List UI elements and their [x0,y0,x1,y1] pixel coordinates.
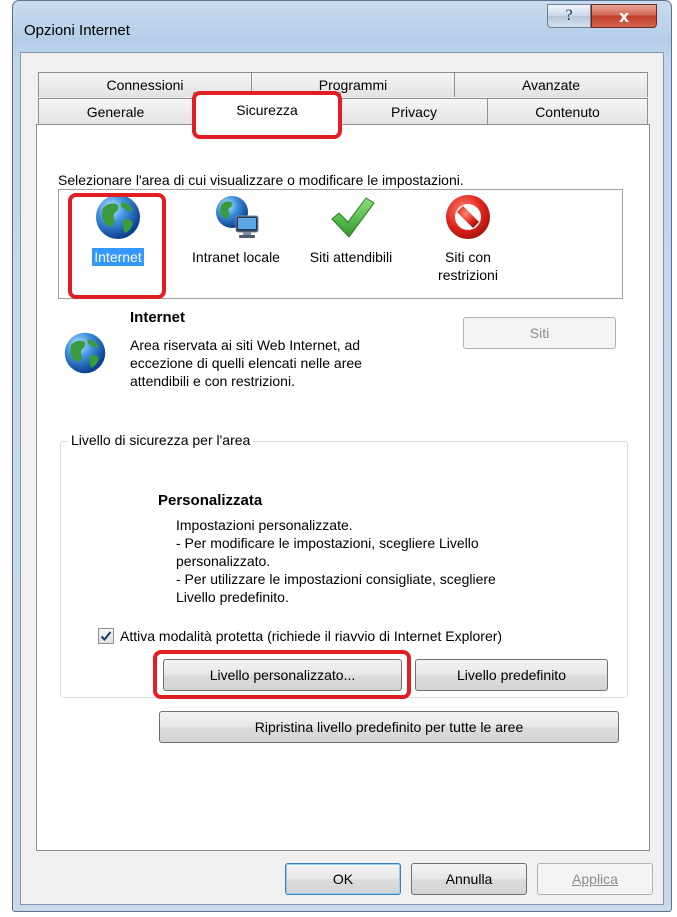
internet-globe-icon [64,332,106,374]
tab-contenuto[interactable]: Contenuto [487,98,648,125]
zone-intranet-label: Intranet locale [192,249,280,265]
zone-siti-attendibili[interactable]: Siti attendibili [292,192,410,266]
tab-sicurezza[interactable]: Sicurezza [193,92,341,126]
zone-intranet-locale[interactable]: Intranet locale [178,192,294,266]
reset-all-zones-button[interactable]: Ripristina livello predefinito per tutte… [159,711,619,743]
zone-internet-label: Internet [92,248,144,266]
intranet-icon [216,196,259,238]
protected-mode-checkbox[interactable] [98,628,114,644]
prohibited-icon [446,195,490,239]
security-level-name: Personalizzata [158,492,263,509]
custom-level-button[interactable]: Livello personalizzato... [163,659,402,691]
cancel-button[interactable]: Annulla [411,863,527,895]
protected-mode-label[interactable]: Attiva modalità protetta (richiede il ri… [120,628,502,644]
zone-info-title: Internet [130,309,186,326]
tab-avanzate[interactable]: Avanzate [454,72,648,97]
security-level-description: Impostazioni personalizzate. - Per modif… [176,517,496,605]
zone-restrizioni-label: Siti con restrizioni [438,249,498,283]
sites-button[interactable]: Siti [463,317,616,349]
ok-button[interactable]: OK [285,863,401,895]
zone-internet[interactable]: Internet [76,192,160,266]
close-icon: x [618,6,630,26]
zone-info-description: Area riservata ai siti Web Internet, ad … [130,337,362,389]
zone-attendibili-label: Siti attendibili [309,249,393,265]
close-button[interactable]: x [591,4,657,28]
checkmark-icon [331,197,375,238]
globe-icon [96,195,140,239]
window-title: Opzioni Internet [24,22,130,39]
zone-instruction: Selezionare l'area di cui visualizzare o… [58,172,464,188]
security-level-group-label: Livello di sicurezza per l'area [68,432,254,448]
tab-privacy[interactable]: Privacy [340,98,488,125]
checkmark-tick-icon [100,631,112,641]
title-bar[interactable]: Opzioni Internet ? x [12,0,672,52]
help-button[interactable]: ? [547,4,591,28]
zone-siti-restrizioni[interactable]: Siti con restrizioni [418,192,518,284]
default-level-button[interactable]: Livello predefinito [415,659,608,691]
tab-generale[interactable]: Generale [38,98,193,125]
apply-button[interactable]: Applica [537,863,653,895]
help-icon: ? [565,7,573,24]
